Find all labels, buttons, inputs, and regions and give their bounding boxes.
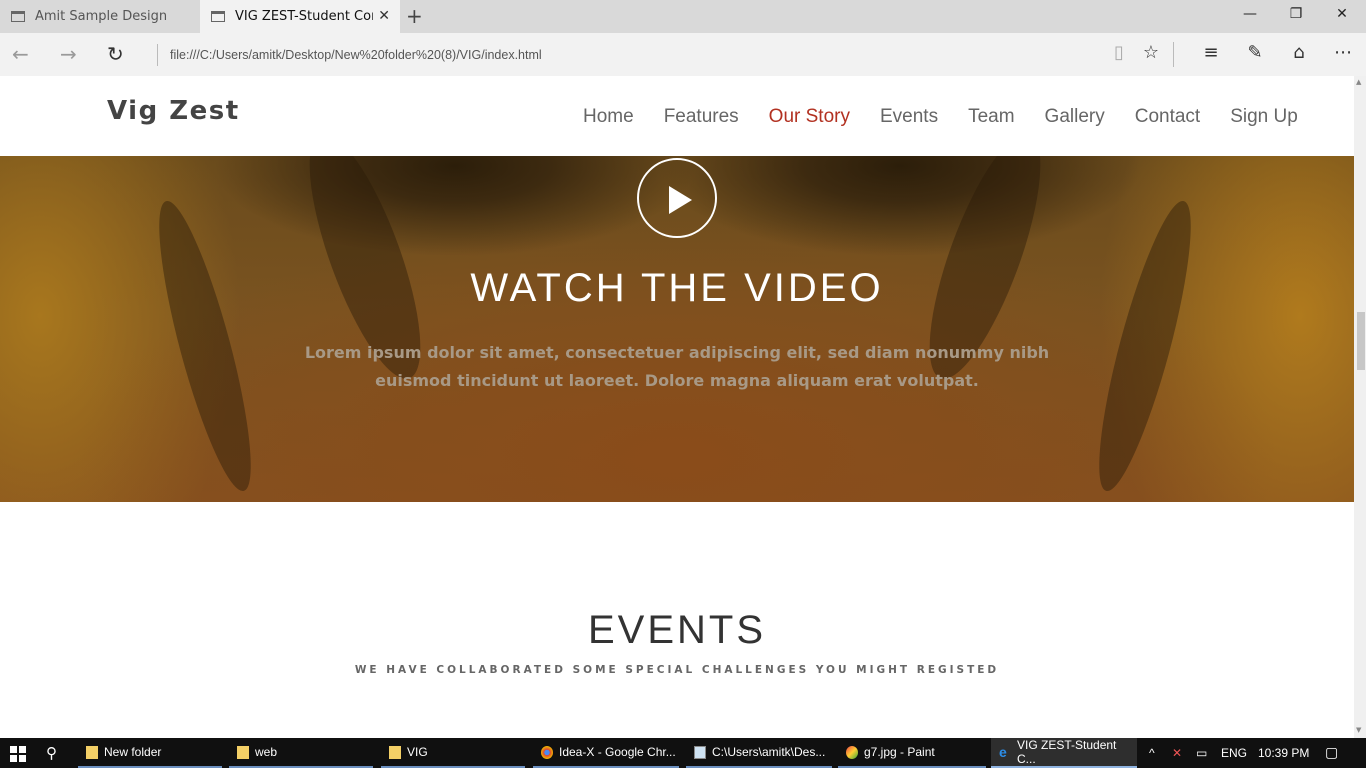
start-button[interactable] [10, 746, 26, 762]
refresh-button[interactable]: ↻ [107, 42, 124, 66]
menu-item-team[interactable]: Team [968, 106, 1014, 128]
taskbar-item-label: web [255, 745, 278, 759]
show-hidden-icons-chevron-icon[interactable]: ^ [1149, 746, 1155, 760]
search-icon[interactable]: ⚲ [46, 744, 57, 762]
tab-label: Amit Sample Design [35, 9, 168, 24]
folder-icon [86, 745, 98, 759]
page-scrollbar[interactable] [1354, 76, 1366, 738]
events-subheading: WE HAVE COLLABORATED SOME SPECIAL CHALLE… [354, 664, 1000, 676]
site-menu: Home Features Our Story Events Team Gall… [583, 106, 1328, 128]
forward-button[interactable]: → [60, 42, 77, 66]
taskbar-item-chrome[interactable]: Idea-X - Google Chr... [533, 738, 679, 768]
taskbar-item-label: g7.jpg - Paint [864, 745, 935, 759]
toolbar-divider [1173, 42, 1174, 67]
play-icon [669, 186, 692, 214]
tab-amit-sample-design[interactable]: Amit Sample Design [0, 0, 198, 33]
close-tab-icon[interactable]: ✕ [378, 8, 390, 24]
folder-icon [389, 745, 401, 759]
folder-icon [237, 745, 249, 759]
language-indicator[interactable]: ENG [1221, 746, 1247, 760]
play-video-button[interactable] [637, 158, 717, 238]
battery-icon[interactable]: ▭ [1196, 746, 1207, 760]
scroll-up-arrow-icon[interactable]: ▲ [1356, 78, 1361, 86]
hub-icon[interactable]: ≡ [1198, 42, 1224, 63]
menu-item-gallery[interactable]: Gallery [1045, 106, 1105, 128]
scroll-down-arrow-icon[interactable]: ▼ [1356, 726, 1361, 734]
taskbar-item-label: C:\Users\amitk\Des... [712, 745, 826, 759]
hero-title: WATCH THE VIDEO [470, 266, 884, 310]
hero-background-texture [1082, 194, 1208, 498]
notepad-icon [694, 745, 706, 759]
minimize-button[interactable]: — [1240, 6, 1260, 22]
reading-view-icon[interactable]: ▯ [1106, 42, 1132, 63]
favorite-star-icon[interactable]: ☆ [1138, 42, 1164, 63]
page-icon [11, 11, 25, 22]
hero-background-texture [142, 194, 268, 498]
paint-icon [846, 745, 858, 759]
browser-tab-bar: Amit Sample Design VIG ZEST-Student Comp… [0, 0, 1366, 33]
maximize-button[interactable]: ❐ [1286, 6, 1306, 22]
address-toolbar: ← → ↻ file:///C:/Users/amitk/Desktop/New… [0, 33, 1366, 76]
menu-item-events[interactable]: Events [880, 106, 938, 128]
address-input[interactable]: file:///C:/Users/amitk/Desktop/New%20fol… [157, 44, 542, 66]
more-icon[interactable]: ⋯ [1330, 42, 1356, 63]
back-button[interactable]: ← [12, 42, 29, 66]
clock[interactable]: 10:39 PM [1258, 746, 1309, 760]
menu-item-home[interactable]: Home [583, 106, 634, 128]
taskbar-item-web[interactable]: web [229, 738, 373, 768]
new-tab-button[interactable]: + [406, 4, 423, 28]
hero-description: Lorem ipsum dolor sit amet, consectetuer… [304, 343, 1050, 390]
menu-item-features[interactable]: Features [664, 106, 739, 128]
taskbar-item-paint[interactable]: g7.jpg - Paint [838, 738, 986, 768]
tab-label: VIG ZEST-Student Comp [235, 9, 373, 24]
web-page: Vig Zest Home Features Our Story Events … [0, 76, 1354, 738]
taskbar-item-edge[interactable]: e VIG ZEST-Student C... [991, 738, 1137, 768]
video-hero-section: WATCH THE VIDEO Lorem ipsum dolor sit am… [0, 156, 1354, 502]
events-heading: EVENTS [587, 608, 767, 652]
taskbar-item-label: VIG [407, 745, 428, 759]
page-icon [211, 11, 225, 22]
site-brand[interactable]: Vig Zest [107, 96, 240, 126]
web-note-icon[interactable]: ✎ [1242, 42, 1268, 63]
share-icon[interactable]: ⌂ [1286, 42, 1312, 63]
taskbar-item-new-folder[interactable]: New folder [78, 738, 222, 768]
window-close-button[interactable]: ✕ [1332, 6, 1352, 22]
action-center-icon[interactable]: ▢ [1325, 744, 1338, 761]
menu-item-sign-up[interactable]: Sign Up [1230, 106, 1298, 128]
chrome-icon [541, 745, 553, 759]
taskbar-item-label: Idea-X - Google Chr... [559, 745, 676, 759]
scrollbar-thumb[interactable] [1357, 312, 1365, 370]
site-navbar: Vig Zest Home Features Our Story Events … [0, 76, 1354, 156]
edge-icon: e [999, 743, 1007, 760]
windows-taskbar: ⚲ New folder web VIG Idea-X - Google Chr… [0, 738, 1366, 768]
network-icon[interactable]: ✕ [1172, 746, 1182, 760]
taskbar-item-label: VIG ZEST-Student C... [1017, 738, 1117, 766]
menu-item-contact[interactable]: Contact [1135, 106, 1200, 128]
taskbar-item-label: New folder [104, 745, 162, 759]
tab-vig-zest[interactable]: VIG ZEST-Student Comp ✕ [200, 0, 400, 33]
menu-item-our-story[interactable]: Our Story [769, 106, 850, 128]
taskbar-item-vig[interactable]: VIG [381, 738, 525, 768]
taskbar-item-notepad[interactable]: C:\Users\amitk\Des... [686, 738, 832, 768]
